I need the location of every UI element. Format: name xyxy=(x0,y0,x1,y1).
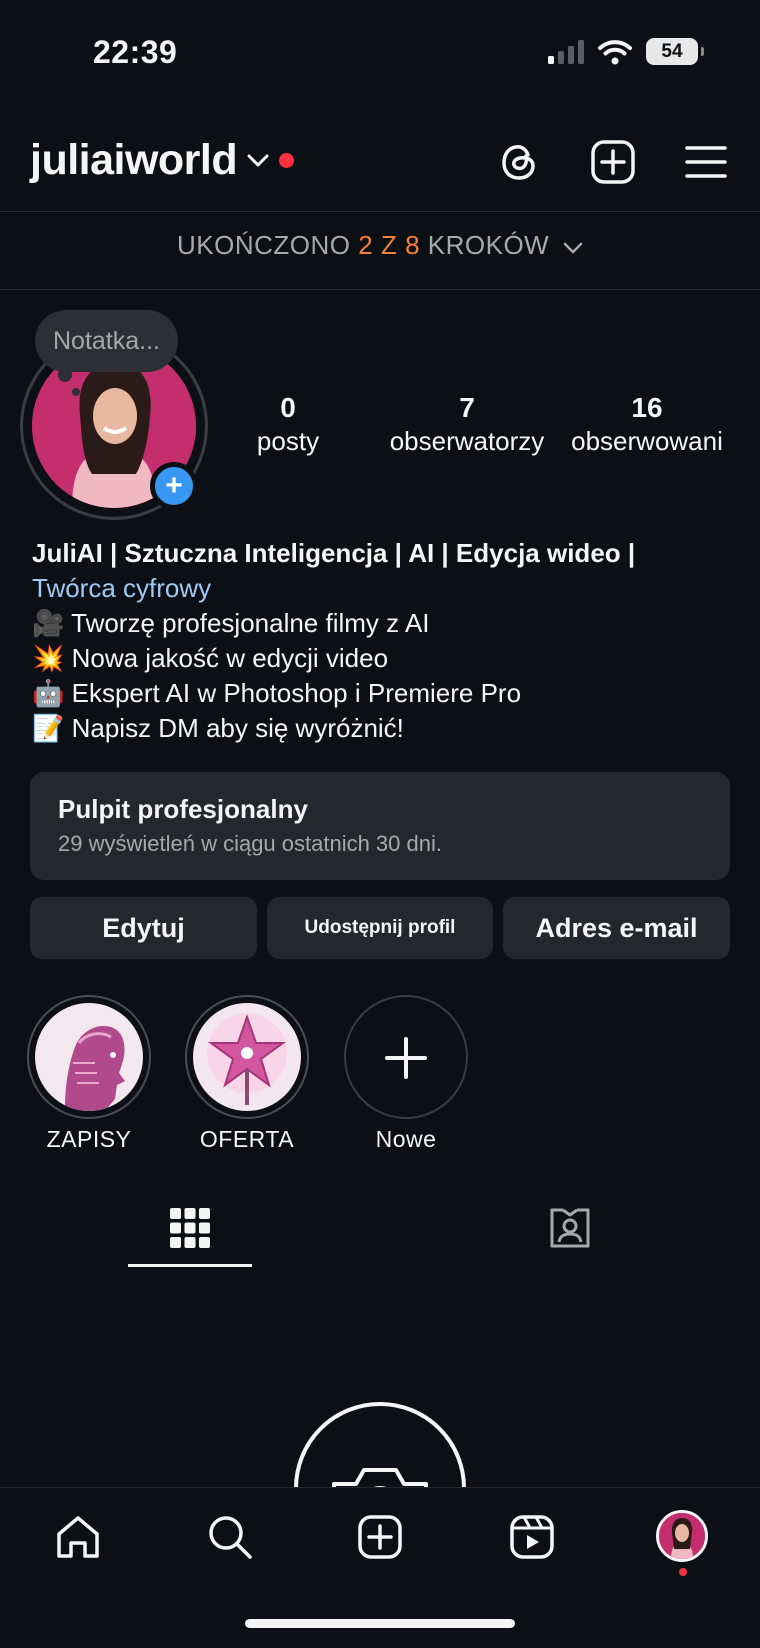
profile-tab-avatar[interactable] xyxy=(656,1510,708,1562)
stat-followers[interactable]: 7 obserwatorzy xyxy=(382,392,552,457)
highlight-zapisy[interactable] xyxy=(27,995,151,1119)
steps-done: 2 xyxy=(358,230,374,260)
create-icon[interactable] xyxy=(355,1512,405,1562)
threads-icon[interactable] xyxy=(495,137,545,187)
email-button[interactable]: Adres e-mail xyxy=(503,897,730,959)
profile-bio: JuliAI | Sztuczna Inteligencja | AI | Ed… xyxy=(32,536,732,746)
bio-line: 🤖 Ekspert AI w Photoshop i Premiere Pro xyxy=(32,678,522,708)
star-wand-image xyxy=(193,1003,301,1111)
plus-icon xyxy=(385,1037,427,1079)
steps-middle: Z xyxy=(373,230,406,260)
highlight-cover xyxy=(193,1003,301,1111)
notification-dot xyxy=(279,153,295,168)
note-bubble[interactable]: Notatka... xyxy=(35,310,178,372)
username-label: juliaiworld xyxy=(30,136,238,184)
stat-followers-label: obserwatorzy xyxy=(389,426,545,456)
highlight-label: ZAPISY xyxy=(46,1126,132,1152)
home-icon[interactable] xyxy=(53,1512,103,1562)
bio-name: JuliAI | Sztuczna Inteligencja | AI | Ed… xyxy=(32,538,636,568)
reels-icon[interactable] xyxy=(507,1512,557,1562)
search-icon[interactable] xyxy=(205,1512,255,1562)
stat-following[interactable]: 16 obserwowani xyxy=(562,392,732,457)
edit-profile-button[interactable]: Edytuj xyxy=(30,897,257,959)
steps-prefix: UKOŃCZONO xyxy=(177,230,359,260)
stat-following-value: 16 xyxy=(631,392,663,423)
new-highlight-button[interactable] xyxy=(344,995,468,1119)
header-divider xyxy=(0,211,760,212)
notification-dot xyxy=(679,1568,687,1576)
highlight-label: Nowe xyxy=(375,1126,437,1152)
status-icons: 54 xyxy=(548,38,704,65)
stat-followers-value: 7 xyxy=(459,392,475,423)
account-switcher[interactable]: juliaiworld xyxy=(30,136,295,185)
stat-posts[interactable]: 0 posty xyxy=(236,392,340,457)
note-tail-small xyxy=(72,388,80,396)
cellular-signal-icon xyxy=(548,39,584,64)
steps-total: 8 xyxy=(405,230,421,260)
stat-posts-label: posty xyxy=(256,426,320,456)
dashboard-subtitle: 29 wyświetleń w ciągu ostatnich 30 dni. xyxy=(58,831,442,856)
wifi-icon xyxy=(598,39,632,64)
chevron-down-icon xyxy=(563,242,583,254)
bio-category[interactable]: Twórca cyfrowy xyxy=(32,571,732,606)
steps-suffix: KROKÓW xyxy=(420,230,550,260)
grid-icon[interactable] xyxy=(168,1206,212,1250)
stat-posts-value: 0 xyxy=(280,392,296,423)
highlight-label: OFERTA xyxy=(199,1126,295,1152)
highlight-cover xyxy=(35,1003,143,1111)
add-story-button[interactable]: + xyxy=(150,462,198,510)
tagged-icon[interactable] xyxy=(548,1206,592,1250)
chevron-down-icon xyxy=(247,154,269,166)
bio-line: 💥 Nowa jakość w edycji video xyxy=(32,643,389,673)
stat-following-label: obserwowani xyxy=(571,426,723,456)
battery-icon: 54 xyxy=(646,38,704,65)
steps-divider xyxy=(0,289,760,290)
setup-steps-banner[interactable]: UKOŃCZONO 2 Z 8 KROKÓW xyxy=(0,230,760,261)
share-profile-button[interactable]: Udostępnij profil xyxy=(267,897,493,959)
active-tab-indicator xyxy=(128,1264,252,1267)
dashboard-title: Pulpit profesjonalny xyxy=(58,794,308,824)
menu-icon[interactable] xyxy=(681,137,731,187)
robot-head-image xyxy=(35,1003,143,1111)
professional-dashboard[interactable]: Pulpit profesjonalny 29 wyświetleń w cią… xyxy=(30,772,730,880)
create-post-icon[interactable] xyxy=(588,137,638,187)
note-tail xyxy=(58,368,72,382)
status-time: 22:39 xyxy=(93,34,178,70)
bio-line: 🎥 Tworzę profesjonalne filmy z AI xyxy=(32,608,430,638)
note-placeholder: Notatka... xyxy=(53,326,160,355)
home-indicator xyxy=(245,1619,515,1628)
highlight-oferta[interactable] xyxy=(185,995,309,1119)
profile-photo-image xyxy=(659,1513,705,1559)
bio-line: 📝 Napisz DM aby się wyróżnić! xyxy=(32,713,404,743)
